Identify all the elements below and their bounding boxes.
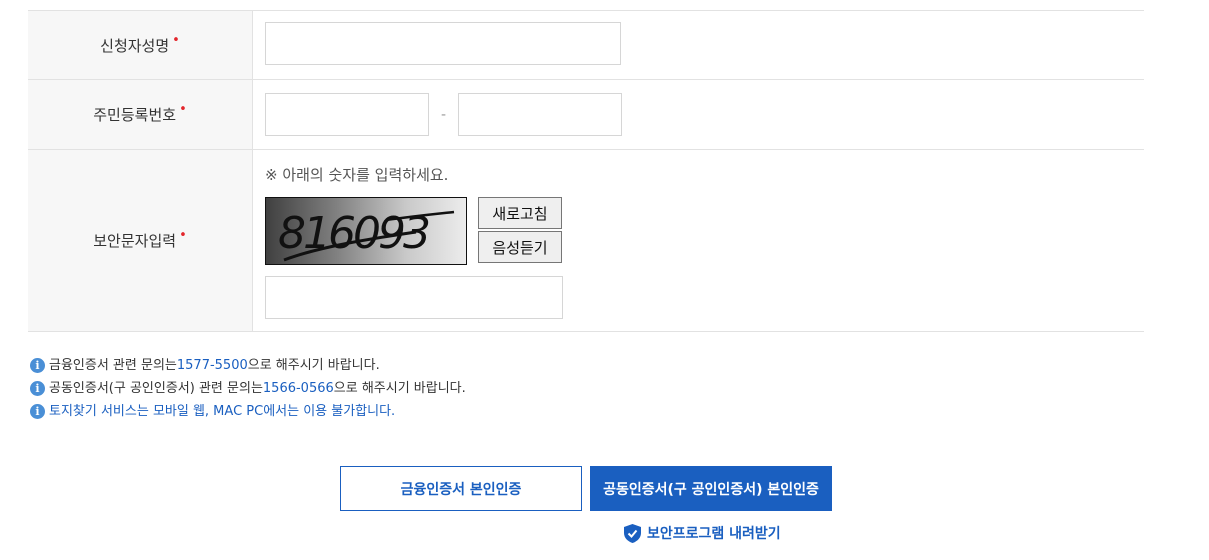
rrn-row: 주민등록번호 • -	[28, 80, 1144, 150]
auth-button-area: 금융인증서 본인인증 공동인증서(구 공인인증서) 본인인증	[340, 466, 832, 511]
notice-text: 공동인증서(구 공인인증서) 관련 문의는	[49, 381, 263, 396]
rrn-label: 주민등록번호	[93, 106, 177, 124]
name-row: 신청자성명 •	[28, 11, 1144, 80]
notice-text: 으로 해주시기 바랍니다.	[333, 381, 466, 396]
required-mark: •	[179, 228, 187, 243]
notice-mobile: i 토지찾기 서비스는 모바일 웹, MAC PC에서는 이용 불가합니다.	[30, 400, 466, 423]
joint-cert-button[interactable]: 공동인증서(구 공인인증서) 본인인증	[590, 466, 832, 511]
rrn-dash: -	[440, 106, 447, 123]
info-icon: i	[30, 381, 45, 396]
notice-list: i 금융인증서 관련 문의는 1577-5500 으로 해주시기 바랍니다. i …	[30, 354, 466, 423]
name-value-cell	[253, 11, 1144, 79]
captcha-row: 보안문자입력 • ※ 아래의 숫자를 입력하세요. 816093 새로고침 음성듣…	[28, 150, 1144, 332]
notice-text: 으로 해주시기 바랍니다.	[247, 358, 380, 373]
info-icon: i	[30, 404, 45, 419]
name-label-cell: 신청자성명 •	[28, 11, 253, 79]
captcha-image: 816093	[265, 197, 467, 265]
download-label: 보안프로그램 내려받기	[647, 526, 781, 542]
notice-text: 금융인증서 관련 문의는	[49, 358, 177, 373]
rrn-value-cell: -	[253, 80, 1144, 149]
shield-check-icon	[624, 523, 641, 543]
applicant-name-input[interactable]	[265, 22, 621, 65]
info-icon: i	[30, 358, 45, 373]
captcha-controls: 816093 새로고침 음성듣기	[265, 197, 1132, 265]
captcha-audio-button[interactable]: 음성듣기	[478, 231, 562, 263]
rrn-back-input[interactable]	[458, 93, 622, 136]
notice-joint-cert: i 공동인증서(구 공인인증서) 관련 문의는 1566-0566 으로 해주시기…	[30, 377, 466, 400]
security-program-download-link[interactable]: 보안프로그램 내려받기	[624, 523, 781, 543]
notice-phone: 1566-0566	[262, 381, 334, 396]
captcha-label-cell: 보안문자입력 •	[28, 150, 253, 331]
captcha-note: ※ 아래의 숫자를 입력하세요.	[265, 166, 449, 184]
required-mark: •	[172, 32, 180, 48]
financial-cert-button[interactable]: 금융인증서 본인인증	[340, 466, 582, 511]
captcha-input[interactable]	[265, 276, 563, 319]
name-label: 신청자성명	[100, 36, 170, 55]
captcha-buttons: 새로고침 음성듣기	[478, 197, 562, 265]
captcha-value-cell: ※ 아래의 숫자를 입력하세요. 816093 새로고침 음성듣기	[253, 150, 1144, 331]
rrn-label-cell: 주민등록번호 •	[28, 80, 253, 149]
notice-text: 토지찾기 서비스는 모바일 웹, MAC PC에서는 이용 불가합니다.	[49, 404, 396, 419]
auth-form-table: 신청자성명 • 주민등록번호 • - 보안문자입력 • ※ 아래의 숫자를 입력하세요…	[28, 10, 1144, 332]
captcha-refresh-button[interactable]: 새로고침	[478, 197, 562, 229]
required-mark: •	[179, 102, 187, 117]
notice-financial-cert: i 금융인증서 관련 문의는 1577-5500 으로 해주시기 바랍니다.	[30, 354, 466, 377]
captcha-label: 보안문자입력	[93, 232, 177, 250]
notice-phone: 1577-5500	[176, 358, 248, 373]
rrn-front-input[interactable]	[265, 93, 429, 136]
